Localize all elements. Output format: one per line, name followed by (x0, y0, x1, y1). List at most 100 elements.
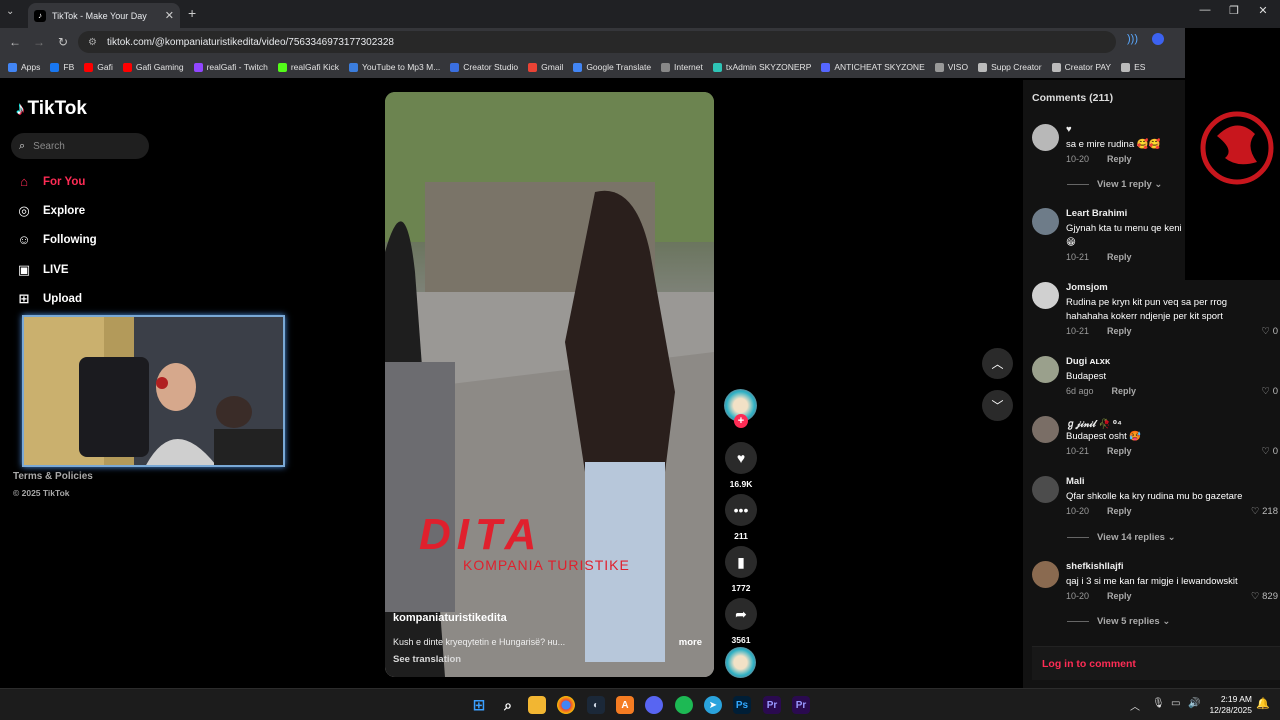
extension-icon[interactable] (1152, 33, 1164, 45)
chevron-down-icon[interactable]: ﹀ (982, 390, 1013, 421)
video-author[interactable]: kompaniaturistikedita (393, 612, 507, 624)
reply-button[interactable]: Reply (1107, 154, 1132, 164)
avatar[interactable] (1032, 208, 1059, 235)
bookmark-item[interactable]: realGafi Kick (277, 62, 339, 72)
bookmark-item[interactable]: Apps (8, 62, 40, 72)
app-icon[interactable]: A (616, 696, 634, 714)
bookmark-item[interactable]: FB (50, 62, 74, 72)
see-translation-link[interactable]: See translation (393, 654, 461, 665)
site-info-icon[interactable]: ⚙ (88, 37, 97, 48)
avatar[interactable] (1032, 282, 1059, 309)
bookmark-item[interactable]: Creator PAY (1051, 62, 1111, 72)
comment-author[interactable]: Dugi ᴀʟxᴋ (1066, 356, 1110, 367)
bookmark-item[interactable]: txAdmin SKYZONERP (712, 62, 811, 72)
heart-icon[interactable]: ♥ (725, 442, 757, 474)
sidebar-item-live[interactable]: ▣ LIVE (16, 262, 69, 278)
login-to-comment-button[interactable]: Log in to comment (1032, 646, 1280, 680)
music-disc-icon[interactable] (725, 647, 756, 678)
comment-author[interactable]: ℊ𝒿𝒾𝓃𝒾𝓁 🥀 ⁰⁴ (1066, 416, 1122, 430)
avatar[interactable] (1032, 416, 1059, 443)
comment-like[interactable]: ♡ 829 (1251, 591, 1278, 602)
share-action[interactable]: ➦ 3561 (724, 598, 758, 645)
address-bar[interactable]: ⚙ tiktok.com/@kompaniaturistikedita/vide… (78, 31, 1116, 53)
minimize-icon[interactable]: — (1190, 4, 1220, 16)
comment-like[interactable]: ♡ 0 (1262, 446, 1278, 457)
video-player[interactable]: DITA KOMPANIA TURISTIKE kompaniaturistik… (385, 92, 714, 677)
save-action[interactable]: ▮ 1772 (724, 546, 758, 593)
notification-bell-icon[interactable]: 🔔 (1256, 697, 1270, 710)
back-icon[interactable]: ← (3, 35, 27, 49)
browser-tab[interactable]: ♪ TikTok - Make Your Day ✕ (28, 3, 180, 28)
comment-author[interactable]: shefkishllajfi (1066, 561, 1124, 572)
telegram-icon[interactable]: ➤ (704, 696, 722, 714)
bookmark-item[interactable]: ES (1121, 62, 1145, 72)
bookmark-item[interactable]: ANTICHEAT SKYZONE (821, 62, 925, 72)
view-replies-button[interactable]: View 5 replies ⌄ (1067, 616, 1170, 627)
extension-icon[interactable]: ))) (1127, 33, 1138, 45)
reload-icon[interactable]: ↻ (51, 35, 75, 49)
comment-like[interactable]: ♡ 0 (1262, 386, 1278, 397)
avatar[interactable] (1032, 356, 1059, 383)
bookmark-item[interactable]: Internet (661, 62, 703, 72)
tray-chevron-up-icon[interactable]: ︿ (1130, 698, 1140, 713)
bookmark-item[interactable]: Creator Studio (450, 62, 518, 72)
microphone-icon[interactable]: 🎙 (1152, 698, 1165, 709)
share-icon[interactable]: ➦ (725, 598, 757, 630)
like-action[interactable]: ♥ 16.9K (724, 442, 758, 489)
chevron-up-icon[interactable]: ︿ (982, 348, 1013, 379)
tiktok-logo[interactable]: ♪ TikTok (16, 98, 87, 120)
reply-button[interactable]: Reply (1107, 326, 1132, 336)
comment-author[interactable]: Mali (1066, 476, 1084, 487)
maximize-icon[interactable]: ❐ (1219, 4, 1249, 17)
comment-icon[interactable]: ••• (725, 494, 757, 526)
bookmark-item[interactable]: YouTube to Mp3 M... (349, 62, 440, 72)
sidebar-item-for-you[interactable]: ⌂ For You (16, 174, 85, 189)
bookmark-item[interactable]: realGafi - Twitch (193, 62, 268, 72)
view-replies-button[interactable]: View 14 replies ⌄ (1067, 532, 1176, 543)
reply-button[interactable]: Reply (1107, 591, 1132, 601)
sidebar-item-explore[interactable]: ◎ Explore (16, 203, 85, 219)
spotify-icon[interactable] (675, 696, 693, 714)
bookmark-item[interactable]: Gafi (84, 62, 113, 72)
windows-start-icon[interactable]: ⊞ (470, 696, 488, 714)
comment-like[interactable]: ♡ 0 (1262, 326, 1278, 337)
premiere-icon[interactable]: Pr (763, 696, 781, 714)
search-icon[interactable]: ⌕ (499, 696, 517, 714)
steam-icon[interactable]: ◐ (587, 696, 605, 714)
comment-author[interactable]: Leart Brahimi (1066, 208, 1127, 219)
tab-close-icon[interactable]: ✕ (165, 9, 174, 22)
reply-button[interactable]: Reply (1112, 386, 1137, 396)
sidebar-item-following[interactable]: ☺ Following (16, 232, 96, 247)
file-explorer-icon[interactable] (528, 696, 546, 714)
reply-button[interactable]: Reply (1107, 506, 1132, 516)
volume-icon[interactable]: 🔊 (1188, 698, 1200, 709)
comment-author[interactable]: Jomsjom (1066, 282, 1108, 293)
comment-author[interactable]: ♥ (1066, 124, 1072, 135)
premiere-icon[interactable]: Pr (792, 696, 810, 714)
bookmark-item[interactable]: Supp Creator (978, 62, 1042, 72)
avatar[interactable] (1032, 124, 1059, 151)
tab-search-icon[interactable]: ⌄ (6, 6, 14, 17)
comment-like[interactable]: ♡ 218 (1251, 506, 1278, 517)
window-close-icon[interactable]: ✕ (1248, 4, 1278, 17)
forward-icon[interactable]: → (27, 35, 51, 49)
terms-link[interactable]: Terms & Policies (13, 471, 93, 482)
bookmark-item[interactable]: Gmail (528, 62, 563, 72)
view-replies-button[interactable]: View 1 reply ⌄ (1067, 179, 1162, 190)
avatar[interactable] (1032, 476, 1059, 503)
bookmark-item[interactable]: Google Translate (573, 62, 651, 72)
network-icon[interactable]: ▭ (1171, 698, 1180, 709)
discord-icon[interactable] (645, 696, 663, 714)
bookmark-item[interactable]: VISO (934, 62, 968, 72)
more-button[interactable]: more (679, 637, 702, 648)
search-input[interactable]: ⌕ Search (11, 133, 149, 159)
follow-plus-icon[interactable]: + (734, 414, 748, 428)
chrome-icon[interactable] (557, 696, 575, 714)
reply-button[interactable]: Reply (1107, 446, 1132, 456)
photoshop-icon[interactable]: Ps (733, 696, 751, 714)
bookmark-icon[interactable]: ▮ (725, 546, 757, 578)
avatar[interactable] (1032, 561, 1059, 588)
reply-button[interactable]: Reply (1107, 252, 1132, 262)
new-tab-icon[interactable]: + (188, 5, 196, 21)
comment-action[interactable]: ••• 211 (724, 494, 758, 541)
